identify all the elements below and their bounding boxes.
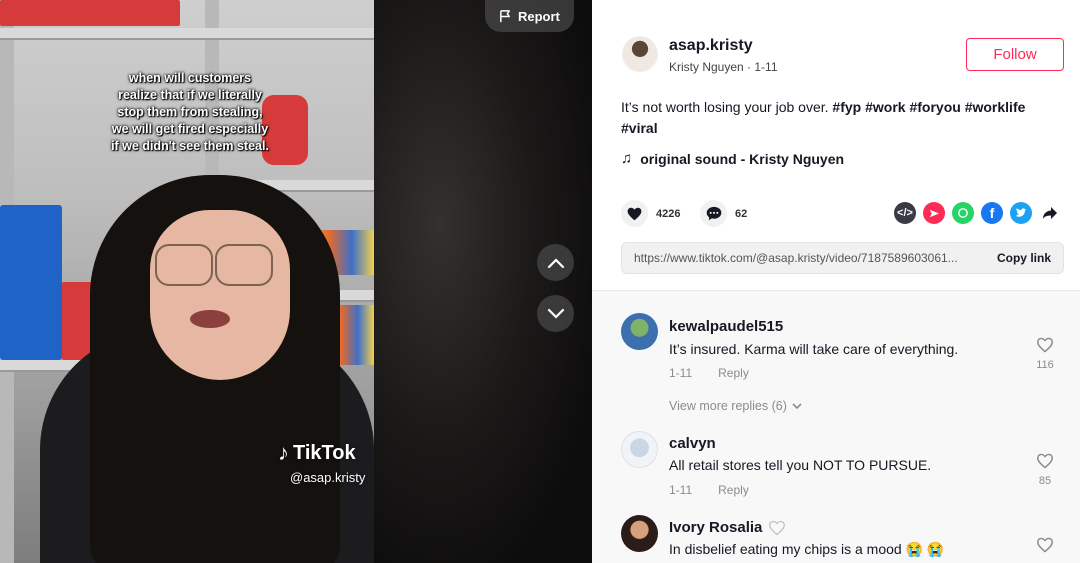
chevron-down-icon — [547, 308, 564, 319]
tiktok-watermark-logo: ♪ TikTok — [278, 440, 365, 466]
heart-outline-icon — [1036, 537, 1054, 553]
hashtag-link[interactable]: #worklife — [965, 99, 1026, 115]
comment-like[interactable]: 85 — [1032, 453, 1058, 487]
video-frame[interactable]: when will customers realize that if we l… — [0, 0, 374, 563]
hashtag-link[interactable]: #fyp — [832, 99, 861, 115]
comment-date: 1-11 — [669, 483, 693, 497]
comments-list[interactable]: kewalpaudel515 It’s insured. Karma will … — [592, 290, 1080, 563]
comment-meta: 1-11 Reply — [669, 366, 749, 380]
video-player[interactable]: when will customers realize that if we l… — [0, 0, 592, 563]
description-text: It’s not worth losing your job over. — [621, 99, 829, 115]
hashtag-link[interactable]: #work — [865, 99, 905, 115]
twitter-icon[interactable] — [1010, 202, 1032, 224]
share-buttons: </> f — [894, 202, 1061, 224]
heart-outline-icon — [769, 520, 786, 535]
send-to-friends-icon[interactable] — [923, 202, 945, 224]
author-subline: Kristy Nguyen · 1-11 — [669, 60, 778, 74]
watermark-handle: @asap.kristy — [290, 470, 366, 485]
comment-like[interactable] — [1032, 537, 1058, 556]
video-description: It’s not worth losing your job over. #fy… — [621, 97, 1061, 139]
heart-outline-icon — [1036, 337, 1054, 353]
tiktok-watermark: ♪ TikTok @asap.kristy — [278, 440, 365, 485]
comment-avatar[interactable] — [621, 515, 658, 552]
comment-count: 62 — [735, 207, 748, 220]
tiktok-logo-icon: ♪ — [278, 440, 289, 465]
follow-button[interactable]: Follow — [966, 38, 1064, 71]
chevron-up-icon — [547, 257, 564, 268]
comment-text: In disbelief eating my chips is a mood 😭… — [669, 541, 945, 557]
facebook-icon[interactable]: f — [981, 202, 1003, 224]
shelf — [0, 28, 374, 40]
comment-avatar[interactable] — [621, 313, 658, 350]
video-caption-overlay: when will customers realize that if we l… — [111, 71, 269, 153]
view-more-replies-label: View more replies (6) — [669, 399, 787, 413]
previous-video-button[interactable] — [537, 244, 574, 281]
comment-username-row[interactable]: Ivory Rosalia — [669, 519, 786, 536]
comment-bubble-icon — [706, 206, 721, 221]
like-count: 4226 — [656, 207, 681, 220]
hashtag-link[interactable]: #foryou — [909, 99, 960, 115]
video-blur-backdrop — [374, 0, 592, 563]
watermark-brand: TikTok — [293, 441, 356, 464]
sound-name: original sound - Kristy Nguyen — [640, 150, 845, 167]
video-details-panel: asap.kristy Kristy Nguyen · 1-11 Follow … — [592, 0, 1080, 563]
report-button[interactable]: Report — [485, 0, 574, 32]
comment-avatar[interactable] — [621, 431, 658, 468]
embed-icon[interactable]: </> — [894, 202, 916, 224]
report-label: Report — [518, 8, 560, 24]
reply-button[interactable]: Reply — [718, 483, 749, 497]
comment-username[interactable]: kewalpaudel515 — [669, 318, 783, 335]
comment-like[interactable]: 116 — [1032, 337, 1058, 371]
comment-date: 1-11 — [669, 366, 693, 380]
whatsapp-icon[interactable] — [952, 202, 974, 224]
share-url[interactable]: https://www.tiktok.com/@asap.kristy/vide… — [634, 251, 978, 265]
comment-username[interactable]: calvyn — [669, 435, 716, 452]
comment-button[interactable] — [700, 200, 727, 227]
red-bins — [0, 0, 180, 26]
heart-outline-icon — [1036, 453, 1054, 469]
comment-like-count: 116 — [1036, 359, 1054, 371]
author-avatar[interactable] — [622, 36, 658, 72]
flag-icon — [500, 9, 510, 22]
heart-icon — [627, 207, 642, 220]
blue-bins — [0, 205, 62, 360]
reply-button[interactable]: Reply — [718, 366, 749, 380]
comment-meta: 1-11 Reply — [669, 483, 749, 497]
hashtag-link[interactable]: #viral — [621, 120, 658, 136]
author-username[interactable]: asap.kristy — [669, 37, 753, 55]
view-more-replies-button[interactable]: View more replies (6) — [669, 399, 802, 413]
mouth — [190, 310, 230, 328]
comment-username[interactable]: Ivory Rosalia — [669, 519, 762, 536]
comment-text: It’s insured. Karma will take care of ev… — [669, 341, 959, 357]
like-stat[interactable]: 4226 — [621, 200, 680, 227]
sound-link[interactable]: ♫ original sound - Kristy Nguyen — [621, 150, 844, 167]
like-button[interactable] — [621, 200, 648, 227]
music-note-icon: ♫ — [621, 150, 633, 167]
comment-text: All retail stores tell you NOT TO PURSUE… — [669, 457, 932, 473]
chevron-down-icon — [792, 402, 802, 409]
glasses — [215, 244, 273, 286]
share-link-box: https://www.tiktok.com/@asap.kristy/vide… — [621, 242, 1064, 274]
next-video-button[interactable] — [537, 295, 574, 332]
comment-like-count: 85 — [1038, 475, 1052, 487]
glasses — [155, 244, 213, 286]
comment-stat[interactable]: 62 — [700, 200, 747, 227]
person-face — [150, 210, 290, 380]
copy-link-button[interactable]: Copy link — [997, 251, 1051, 265]
share-arrow-icon[interactable] — [1039, 202, 1061, 224]
